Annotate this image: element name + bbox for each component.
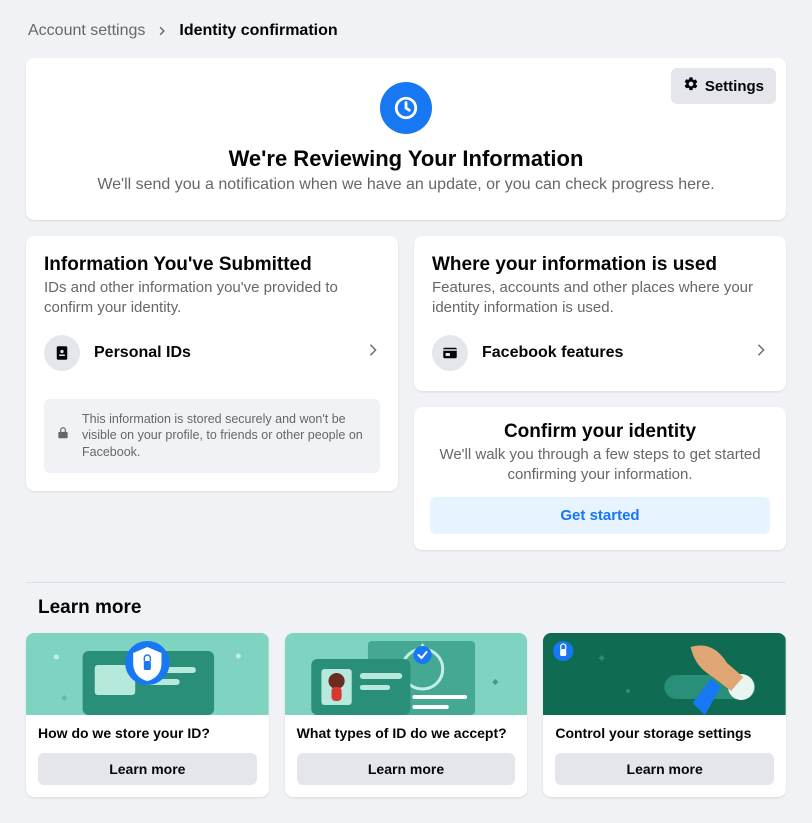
clock-icon	[380, 82, 432, 134]
where-used-subtitle: Features, accounts and other places wher…	[432, 278, 768, 319]
where-used-title: Where your information is used	[432, 254, 768, 276]
illustration-types-id	[285, 633, 528, 715]
secure-note-text: This information is stored securely and …	[82, 411, 368, 462]
settings-button-label: Settings	[705, 78, 764, 95]
review-card: Settings We're Reviewing Your Informatio…	[26, 58, 786, 220]
id-card-icon	[44, 335, 80, 371]
learn-card-question: Control your storage settings	[555, 725, 774, 745]
learn-card-question: How do we store your ID?	[38, 725, 257, 745]
submitted-subtitle: IDs and other information you've provide…	[44, 278, 380, 319]
review-title: We're Reviewing Your Information	[50, 146, 762, 172]
learn-card-types-id: What types of ID do we accept? Learn mor…	[285, 633, 528, 797]
divider	[26, 582, 786, 583]
where-used-card: Where your information is used Features,…	[414, 236, 786, 391]
gear-icon	[683, 76, 699, 96]
illustration-storage-settings	[543, 633, 786, 715]
submitted-title: Information You've Submitted	[44, 254, 380, 276]
feed-icon	[432, 335, 468, 371]
facebook-features-label: Facebook features	[482, 344, 740, 362]
learn-more-button[interactable]: Learn more	[38, 753, 257, 785]
breadcrumb-link-account-settings[interactable]: Account settings	[28, 22, 145, 40]
confirm-card: Confirm your identity We'll walk you thr…	[414, 407, 786, 551]
lock-icon	[56, 426, 70, 445]
personal-ids-label: Personal IDs	[94, 344, 352, 362]
confirm-subtitle: We'll walk you through a few steps to ge…	[430, 445, 770, 486]
learn-more-button[interactable]: Learn more	[555, 753, 774, 785]
learn-more-heading: Learn more	[38, 597, 786, 619]
secure-note: This information is stored securely and …	[44, 399, 380, 474]
get-started-button[interactable]: Get started	[430, 497, 770, 534]
learn-card-storage-settings: Control your storage settings Learn more	[543, 633, 786, 797]
learn-more-button[interactable]: Learn more	[297, 753, 516, 785]
confirm-title: Confirm your identity	[430, 421, 770, 443]
submitted-card: Information You've Submitted IDs and oth…	[26, 236, 398, 491]
breadcrumb: Account settings Identity confirmation	[26, 22, 786, 58]
settings-button[interactable]: Settings	[671, 68, 776, 104]
breadcrumb-current: Identity confirmation	[179, 22, 337, 40]
learn-card-store-id: How do we store your ID? Learn more	[26, 633, 269, 797]
facebook-features-item[interactable]: Facebook features	[432, 333, 768, 373]
personal-ids-item[interactable]: Personal IDs	[44, 333, 380, 373]
learn-card-question: What types of ID do we accept?	[297, 725, 516, 745]
illustration-store-id	[26, 633, 269, 715]
chevron-right-icon	[366, 343, 380, 362]
review-subtitle: We'll send you a notification when we ha…	[50, 176, 762, 194]
chevron-right-icon	[754, 343, 768, 362]
chevron-right-icon	[157, 23, 167, 39]
